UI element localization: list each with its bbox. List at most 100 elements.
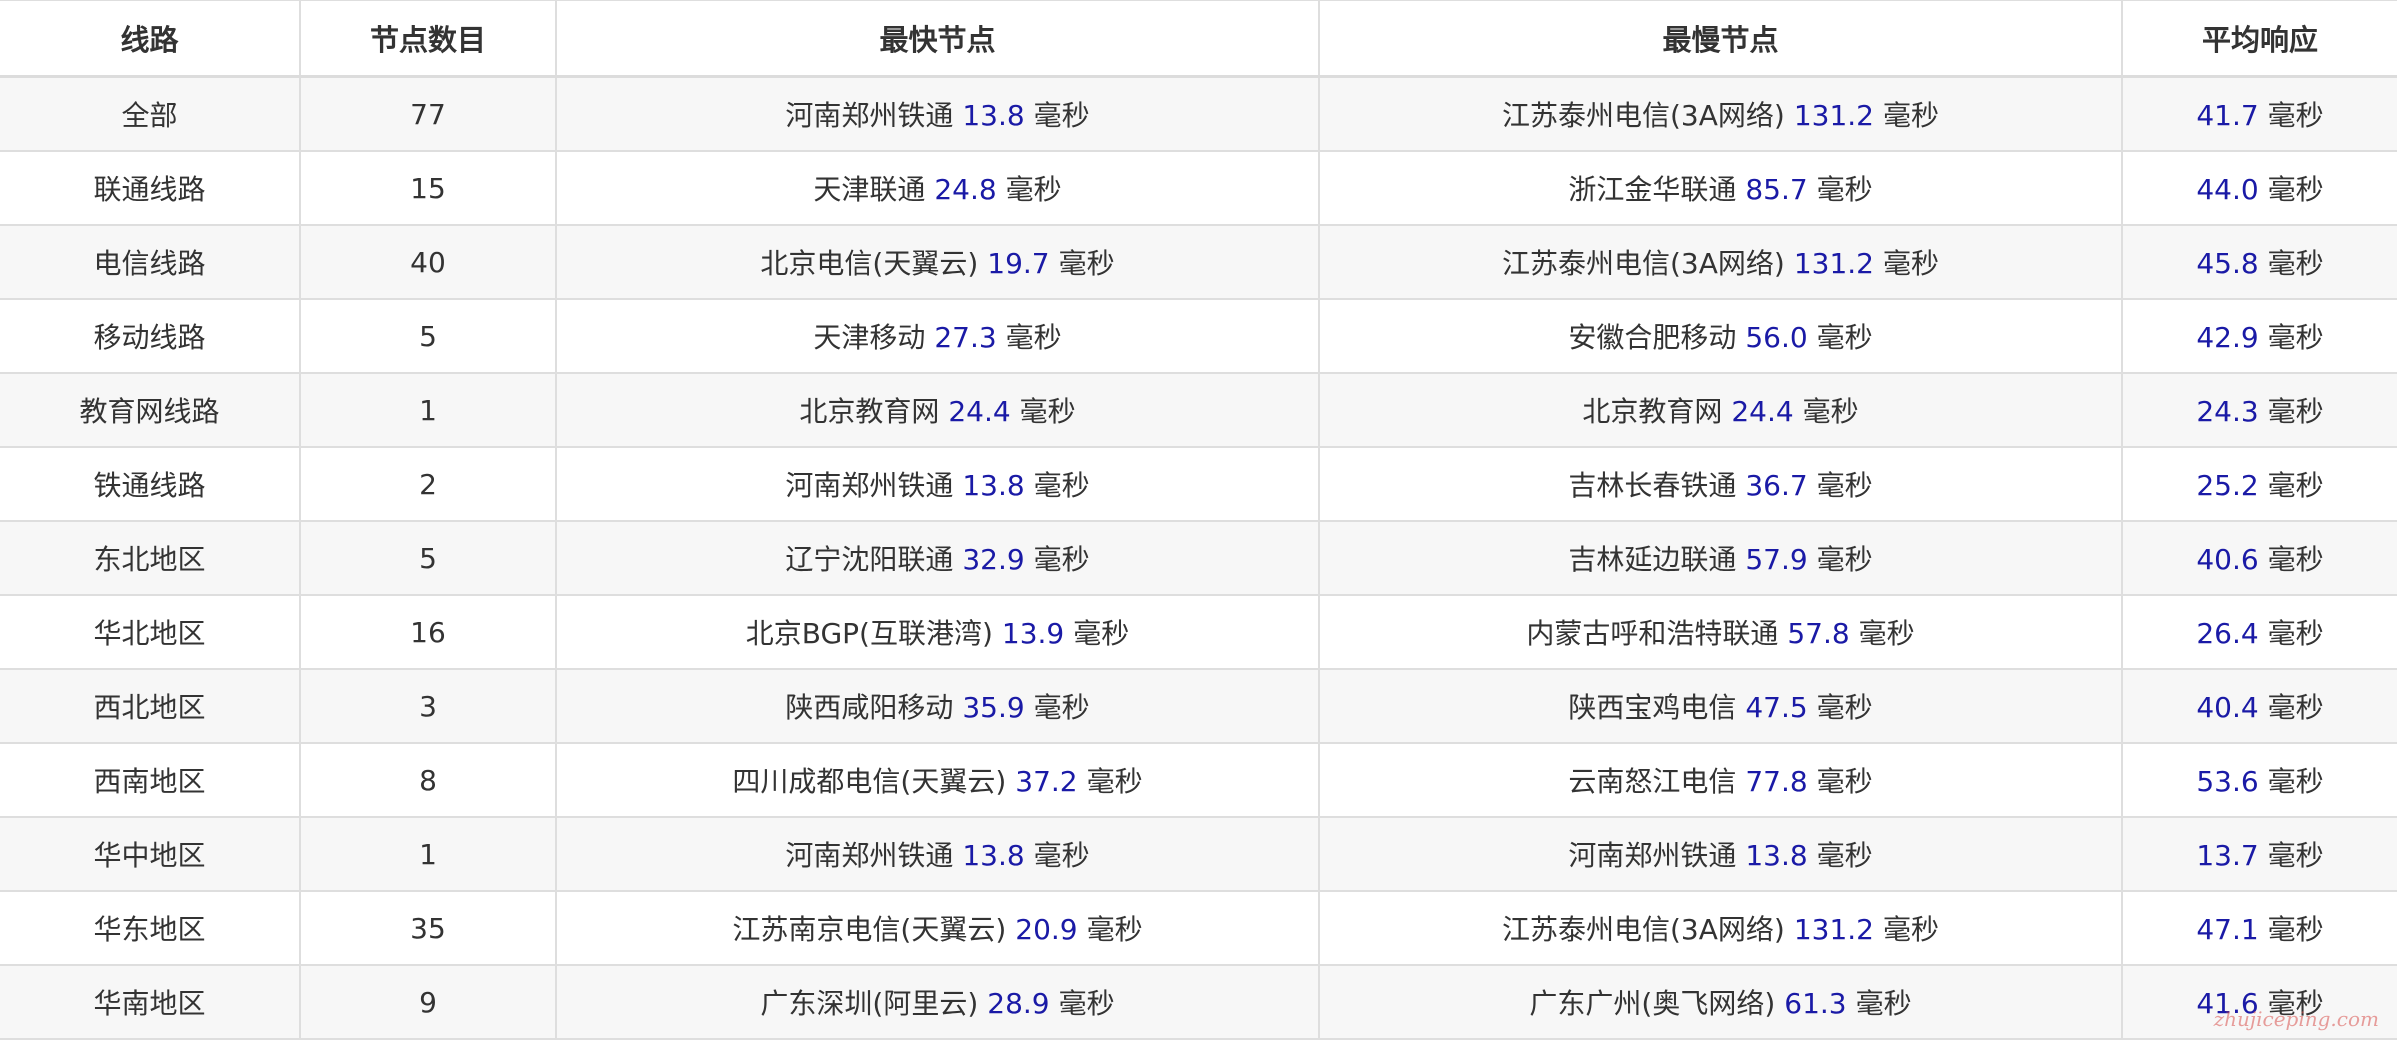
- latency-value: 24.4: [948, 395, 1011, 428]
- latency-value: 85.7: [1745, 173, 1808, 206]
- latency-unit: 毫秒: [1816, 543, 1873, 576]
- latency-value: 45.8: [2196, 247, 2259, 280]
- latency-value: 19.7: [987, 247, 1050, 280]
- latency-value: 42.9: [2196, 321, 2259, 354]
- node-count-cell: 40: [299, 224, 557, 300]
- site-watermark: zhujiceping.com: [2213, 1007, 2379, 1031]
- latency-unit: 毫秒: [2267, 173, 2324, 206]
- table-row: 华中地区 1 河南郑州铁通 13.8 毫秒 河南郑州铁通 13.8 毫秒 13.7 毫秒: [0, 816, 2397, 892]
- route-cell: 铁通线路: [0, 446, 301, 522]
- slowest-node-cell: 内蒙古呼和浩特联通 57.8 毫秒: [1318, 594, 2123, 670]
- latency-table: 线路 节点数目 最快节点 最慢节点 平均响应 全部 77 河南郑州铁通 13.8 毫秒江…: [0, 0, 2397, 1040]
- average-response-cell: 44.0 毫秒: [2121, 150, 2397, 226]
- fastest-node-cell: 陕西咸阳移动 35.9 毫秒: [555, 668, 1320, 744]
- route-cell: 移动线路: [0, 298, 301, 374]
- slowest-node-cell: 浙江金华联通 85.7 毫秒: [1318, 150, 2123, 226]
- latency-value: 20.9: [1015, 913, 1078, 946]
- node-name: 广东广州(奥飞网络): [1529, 987, 1776, 1020]
- latency-value: 41.7: [2196, 99, 2259, 132]
- average-response-cell: 47.1 毫秒: [2121, 890, 2397, 966]
- node-name: 江苏泰州电信(3A网络): [1501, 913, 1785, 946]
- slowest-node-cell: 江苏泰州电信(3A网络) 131.2 毫秒: [1318, 890, 2123, 966]
- latency-unit: 毫秒: [1005, 173, 1062, 206]
- latency-unit: 毫秒: [1033, 691, 1090, 724]
- latency-value: 13.8: [962, 99, 1025, 132]
- slowest-node-cell: 陕西宝鸡电信 47.5 毫秒: [1318, 668, 2123, 744]
- latency-value: 77.8: [1745, 765, 1808, 798]
- node-name: 江苏南京电信(天翼云): [732, 913, 1007, 946]
- node-name: 陕西咸阳移动: [785, 691, 954, 724]
- latency-unit: 毫秒: [2267, 617, 2324, 650]
- latency-unit: 毫秒: [1855, 987, 1912, 1020]
- latency-value: 40.4: [2196, 691, 2259, 724]
- node-name: 云南怒江电信: [1568, 765, 1737, 798]
- table-row: 华北地区 16 北京BGP(互联港湾) 13.9 毫秒 内蒙古呼和浩特联通 57.8 毫秒 26…: [0, 594, 2397, 670]
- fastest-node-cell: 河南郑州铁通 13.8 毫秒: [555, 816, 1320, 892]
- fastest-node-cell: 北京电信(天翼云) 19.7 毫秒: [555, 224, 1320, 300]
- latency-unit: 毫秒: [1033, 99, 1090, 132]
- latency-unit: 毫秒: [1005, 321, 1062, 354]
- header-average-response: 平均响应: [2121, 0, 2397, 78]
- route-cell: 西南地区: [0, 742, 301, 818]
- node-name: 北京电信(天翼云): [760, 247, 979, 280]
- route-cell: 华南地区: [0, 964, 301, 1040]
- latency-value: 57.8: [1787, 617, 1850, 650]
- route-cell: 教育网线路: [0, 372, 301, 448]
- fastest-node-cell: 北京教育网 24.4 毫秒: [555, 372, 1320, 448]
- node-name: 江苏泰州电信(3A网络): [1501, 99, 1785, 132]
- table-row: 教育网线路 1 北京教育网 24.4 毫秒 北京教育网 24.4 毫秒 24.3 毫秒: [0, 372, 2397, 448]
- route-cell: 联通线路: [0, 150, 301, 226]
- latency-value: 44.0: [2196, 173, 2259, 206]
- latency-value: 13.8: [962, 469, 1025, 502]
- latency-unit: 毫秒: [1882, 99, 1939, 132]
- node-name: 河南郑州铁通: [785, 99, 954, 132]
- fastest-node-cell: 河南郑州铁通 13.8 毫秒: [555, 446, 1320, 522]
- latency-value: 13.9: [1001, 617, 1065, 650]
- node-name: 吉林延边联通: [1568, 543, 1737, 576]
- latency-unit: 毫秒: [1816, 691, 1873, 724]
- slowest-node-cell: 安徽合肥移动 56.0 毫秒: [1318, 298, 2123, 374]
- latency-value: 61.3: [1784, 987, 1847, 1020]
- node-count-cell: 2: [299, 446, 557, 522]
- fastest-node-cell: 河南郑州铁通 13.8 毫秒: [555, 75, 1320, 152]
- latency-value: 13.8: [962, 839, 1025, 872]
- latency-value: 40.6: [2196, 543, 2259, 576]
- latency-unit: 毫秒: [2267, 321, 2324, 354]
- latency-unit: 毫秒: [1058, 247, 1115, 280]
- fastest-node-cell: 广东深圳(阿里云) 28.9 毫秒: [555, 964, 1320, 1040]
- latency-value: 57.9: [1745, 543, 1808, 576]
- node-name: 天津移动: [813, 321, 926, 354]
- slowest-node-cell: 云南怒江电信 77.8 毫秒: [1318, 742, 2123, 818]
- slowest-node-cell: 河南郑州铁通 13.8 毫秒: [1318, 816, 2123, 892]
- average-response-cell: 53.6 毫秒: [2121, 742, 2397, 818]
- latency-value: 24.3: [2196, 395, 2259, 428]
- latency-unit: 毫秒: [2267, 543, 2324, 576]
- latency-value: 32.9: [962, 543, 1025, 576]
- latency-unit: 毫秒: [1019, 395, 1076, 428]
- latency-unit: 毫秒: [1882, 247, 1939, 280]
- node-name: 辽宁沈阳联通: [785, 543, 954, 576]
- latency-unit: 毫秒: [2267, 247, 2324, 280]
- latency-unit: 毫秒: [1033, 543, 1090, 576]
- route-cell: 西北地区: [0, 668, 301, 744]
- latency-unit: 毫秒: [1816, 839, 1873, 872]
- table-row: 电信线路 40 北京电信(天翼云) 19.7 毫秒 江苏泰州电信(3A网络) 131.2 毫秒…: [0, 224, 2397, 300]
- route-cell: 东北地区: [0, 520, 301, 596]
- table-row: 移动线路 5 天津移动 27.3 毫秒 安徽合肥移动 56.0 毫秒 42.9 毫秒: [0, 298, 2397, 374]
- slowest-node-cell: 广东广州(奥飞网络) 61.3 毫秒: [1318, 964, 2123, 1040]
- node-count-cell: 9: [299, 964, 557, 1040]
- latency-value: 47.1: [2196, 913, 2259, 946]
- table-row: 西北地区 3 陕西咸阳移动 35.9 毫秒 陕西宝鸡电信 47.5 毫秒 40.4 毫秒: [0, 668, 2397, 744]
- slowest-node-cell: 江苏泰州电信(3A网络) 131.2 毫秒: [1318, 224, 2123, 300]
- node-name: 北京BGP(互联港湾): [745, 617, 993, 650]
- node-name: 陕西宝鸡电信: [1568, 691, 1737, 724]
- slowest-node-cell: 吉林延边联通 57.9 毫秒: [1318, 520, 2123, 596]
- node-name: 天津联通: [813, 173, 926, 206]
- average-response-cell: 40.6 毫秒: [2121, 520, 2397, 596]
- latency-unit: 毫秒: [1058, 987, 1115, 1020]
- node-name: 北京教育网: [799, 395, 940, 428]
- node-name: 四川成都电信(天翼云): [732, 765, 1007, 798]
- node-count-cell: 8: [299, 742, 557, 818]
- average-response-cell: 40.4 毫秒: [2121, 668, 2397, 744]
- fastest-node-cell: 辽宁沈阳联通 32.9 毫秒: [555, 520, 1320, 596]
